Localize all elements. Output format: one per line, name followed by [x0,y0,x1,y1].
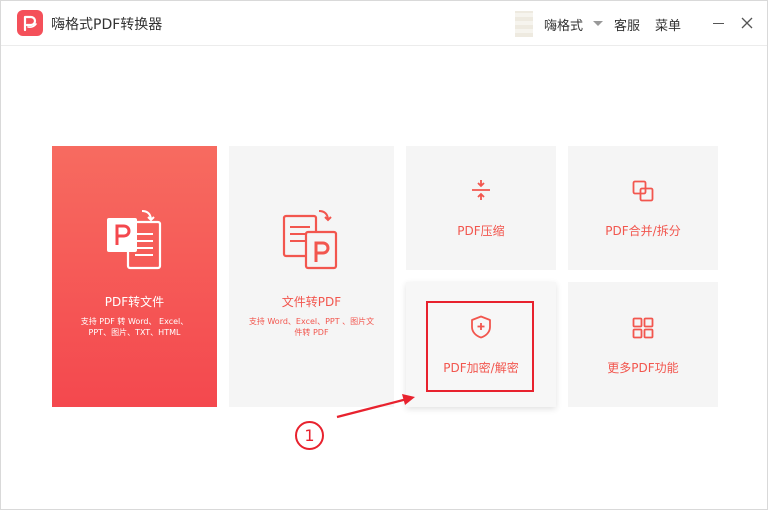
tile-label: 文件转PDF [281,295,342,309]
grid-more-icon [632,317,654,339]
tile-label: PDF压缩 [457,224,505,238]
tile-description-line: 支持 PDF 转 Word、 Excel、 [80,317,189,326]
step-marker-digit: 1 [304,426,315,445]
highlight-box [426,301,534,392]
username-label[interactable]: 嗨格式 [544,15,583,34]
step-marker: ① 1 [294,420,325,451]
avatar[interactable] [515,11,533,37]
file-to-pdf-icon [282,210,338,270]
tile-description-line: PPT、图片、TXT、HTML [88,328,181,337]
tile-description: 支持 PDF 转 Word、 Excel、 PPT、图片、TXT、HTML [56,316,213,338]
merge-split-icon [632,180,654,202]
tile-label: PDF转文件 [104,295,165,309]
tile-pdf-merge-split[interactable]: PDF合并/拆分 [568,146,718,270]
title-bar: 嗨格式PDF转换器 嗨格式 客服 菜单 [1,1,767,46]
app-window: 嗨格式PDF转换器 嗨格式 客服 菜单 PDF转文件 支持 PDF 转 Word… [0,0,768,510]
close-icon[interactable] [739,15,755,31]
tile-pdf-compress[interactable]: PDF压缩 [406,146,556,270]
menu-button[interactable]: 菜单 [655,15,681,34]
pointer-arrow-icon [336,394,415,419]
tile-file-to-pdf[interactable]: 文件转PDF 支持 Word、Excel、PPT 、图片文 件转 PDF [229,146,394,407]
tile-description-line: 支持 Word、Excel、PPT 、图片文 [248,317,375,326]
app-logo-icon [17,10,43,36]
customer-service-button[interactable]: 客服 [614,15,640,34]
compress-icon [472,180,490,200]
tile-description: 支持 Word、Excel、PPT 、图片文 件转 PDF [237,316,386,338]
minimize-icon[interactable] [711,15,727,31]
pdf-to-file-icon [107,210,162,270]
chevron-down-icon[interactable] [593,21,603,26]
tile-label: 更多PDF功能 [607,361,679,375]
tile-pdf-to-file[interactable]: PDF转文件 支持 PDF 转 Word、 Excel、 PPT、图片、TXT、… [52,146,217,407]
tile-label: PDF合并/拆分 [605,224,681,238]
tile-more-pdf-tools[interactable]: 更多PDF功能 [568,282,718,407]
tile-description-line: 件转 PDF [294,328,329,337]
app-title: 嗨格式PDF转换器 [51,17,163,33]
